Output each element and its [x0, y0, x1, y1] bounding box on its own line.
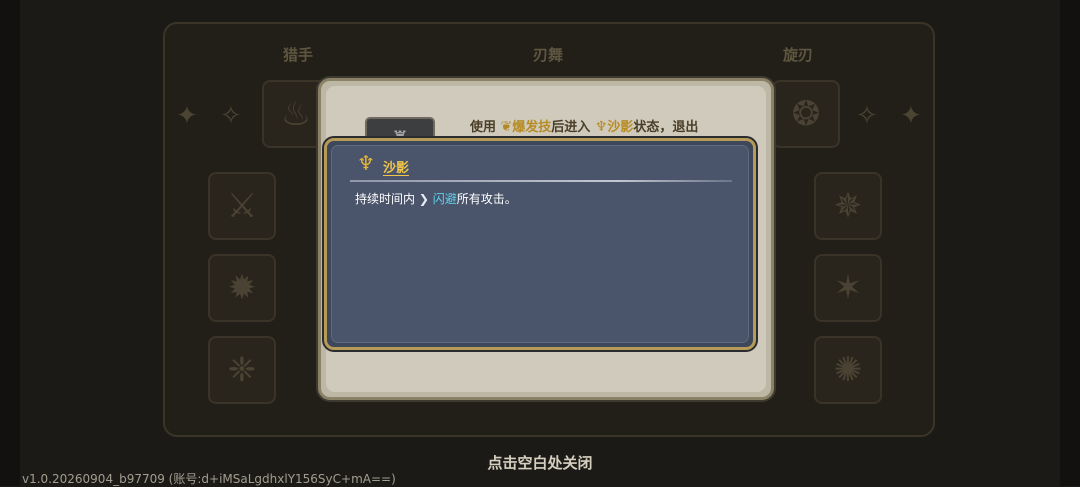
column-title-blade-dance: 刃舞 — [532, 46, 563, 64]
description-text: 状态，退出 — [633, 120, 699, 135]
shield-crest-icon: ✹ — [227, 268, 257, 308]
tooltip-body-text: 持续时间内 — [355, 192, 416, 206]
column-title-spin-blade: 旋刃 — [782, 46, 813, 64]
skill-slot[interactable]: ❈ — [208, 336, 276, 404]
description-text: 使用 — [470, 120, 497, 135]
skill-slot[interactable]: ✵ — [814, 172, 882, 240]
skill-slot[interactable]: ✺ — [814, 336, 882, 404]
diamond-icon: ✧ — [220, 101, 242, 131]
skill-slot[interactable]: ⚔ — [208, 172, 276, 240]
slash-icon: ✶ — [833, 268, 863, 308]
skill-slot[interactable]: ❂ — [772, 80, 840, 148]
version-label: v1.0.20260904_b97709 (账号:d+iMSaLgdhxlY15… — [22, 472, 396, 486]
skill-slot[interactable]: ✶ — [814, 254, 882, 322]
tooltip-divider — [350, 180, 732, 182]
right-edge — [1060, 0, 1080, 486]
sand-shadow-crest-icon: ♆ — [357, 151, 375, 175]
flame-icon: ♨ — [280, 94, 312, 134]
sand-shadow-keyword[interactable]: 沙影 — [607, 120, 633, 135]
column-title-hunter: 猎手 — [282, 46, 313, 64]
sand-shadow-crest-icon: ♆ — [594, 119, 608, 135]
crossed-blades-icon: ⚔ — [226, 186, 258, 226]
diamond-icon: ✧ — [856, 101, 878, 131]
burst-skill-keyword[interactable]: 爆发技 — [512, 120, 551, 135]
tooltip-title: 沙影 — [383, 161, 410, 176]
swirl-icon: ❂ — [791, 94, 821, 134]
dodge-arrow-icon: ❯ — [418, 192, 429, 206]
spikes-icon: ✵ — [833, 186, 863, 226]
burst-skill-icon: ❦ — [500, 119, 513, 135]
skill-description: 使用 ❦爆发技后进入 ♆沙影状态，退出 — [470, 116, 698, 135]
description-text: 后进入 — [551, 120, 591, 135]
skill-slot[interactable]: ✹ — [208, 254, 276, 322]
vortex-icon: ✺ — [833, 350, 863, 390]
tooltip-body: 持续时间内 ❯ 闪避所有攻击。 — [355, 190, 517, 207]
emblem-icon: ❈ — [227, 350, 257, 390]
diamond-icon: ✦ — [900, 101, 922, 131]
left-edge — [0, 0, 20, 486]
diamond-icon: ✦ — [176, 101, 198, 131]
dodge-keyword[interactable]: 闪避 — [433, 192, 457, 206]
tooltip-body-text: 所有攻击。 — [456, 192, 517, 206]
